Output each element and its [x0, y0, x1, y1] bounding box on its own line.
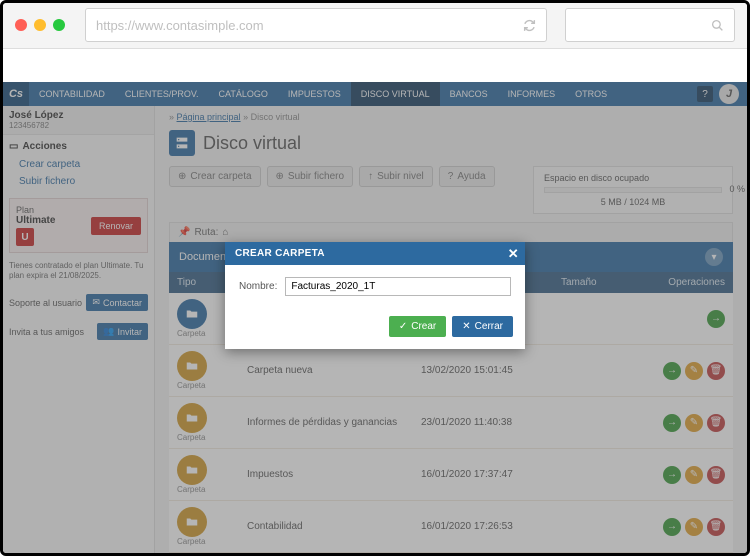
- url-bar[interactable]: https://www.contasimple.com: [85, 8, 547, 42]
- nombre-input[interactable]: [285, 277, 511, 296]
- crear-button[interactable]: ✓Crear: [389, 316, 446, 337]
- minimize-dot[interactable]: [34, 19, 46, 31]
- maximize-dot[interactable]: [53, 19, 65, 31]
- close-icon[interactable]: ✕: [508, 246, 519, 262]
- close-dot[interactable]: [15, 19, 27, 31]
- refresh-icon[interactable]: [523, 19, 536, 32]
- nombre-label: Nombre:: [239, 281, 277, 292]
- search-icon: [711, 19, 724, 32]
- window-controls: [15, 19, 65, 31]
- x-icon: ✕: [462, 321, 470, 332]
- url-text: https://www.contasimple.com: [96, 18, 264, 33]
- browser-titlebar: https://www.contasimple.com: [3, 3, 747, 49]
- modal-overlay: CREAR CARPETA ✕ Nombre: ✓Crear ✕Cerrar: [3, 82, 747, 553]
- browser-search[interactable]: [565, 8, 735, 42]
- modal-header: CREAR CARPETA ✕: [225, 242, 525, 265]
- crear-carpeta-modal: CREAR CARPETA ✕ Nombre: ✓Crear ✕Cerrar: [225, 242, 525, 349]
- browser-tabstrip: [3, 49, 747, 82]
- check-icon: ✓: [399, 321, 407, 332]
- cerrar-button[interactable]: ✕Cerrar: [452, 316, 513, 337]
